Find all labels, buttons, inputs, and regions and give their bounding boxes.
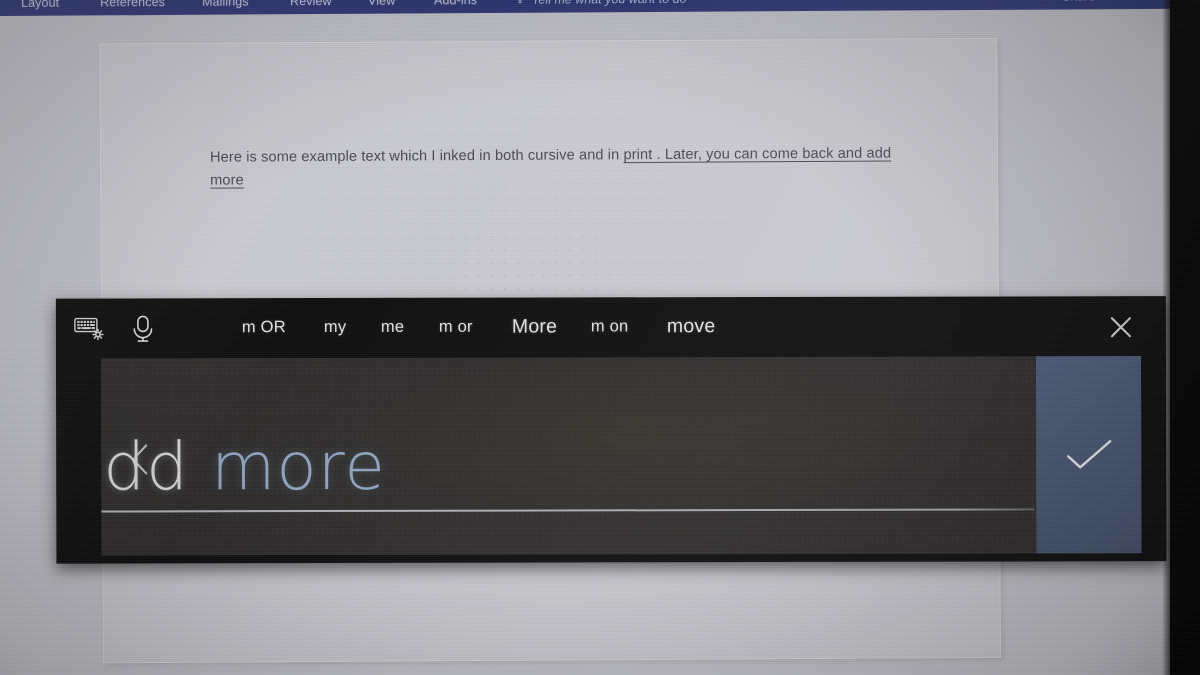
candidate-word-0[interactable]: m OR: [242, 318, 286, 337]
candidate-word-5[interactable]: m on: [591, 317, 629, 336]
ribbon-tab-mailings[interactable]: Mailings: [202, 0, 249, 9]
handwriting-canvas[interactable]: dd more: [100, 356, 1037, 556]
candidate-label-0: m OR: [241, 318, 286, 337]
ink-current-word: more: [210, 427, 387, 506]
share-button[interactable]: Share: [1062, 0, 1095, 3]
ink-panel-toolbar: m OR my me m or More m on move: [56, 296, 1166, 359]
ink-word-gap: [189, 428, 211, 505]
doc-text-plain: Here is some example text which I inked …: [209, 147, 624, 166]
lightbulb-icon: [514, 0, 526, 5]
chevron-left-icon[interactable]: [126, 441, 156, 477]
candidate-word-6[interactable]: move: [667, 315, 716, 338]
writing-baseline: [101, 508, 1035, 513]
candidate-word-2[interactable]: me: [381, 318, 404, 337]
document-body-text[interactable]: Here is some example text which I inked …: [210, 142, 900, 192]
ribbon-tab-layout[interactable]: Layout: [21, 0, 59, 10]
comment-icon[interactable]: [1127, 0, 1143, 2]
keyboard-settings-icon[interactable]: [72, 313, 106, 345]
handwriting-input-panel[interactable]: m OR my me m or More m on move dd more: [55, 296, 1167, 564]
ribbon-tab-add-ins[interactable]: Add-ins: [434, 0, 477, 7]
microphone-icon[interactable]: [126, 312, 160, 344]
candidate-label-1: my: [323, 317, 347, 337]
candidate-label-5: m on: [590, 317, 629, 336]
ribbon-tab-review[interactable]: Review: [290, 0, 332, 8]
accept-ink-button[interactable]: [1035, 356, 1142, 554]
candidate-word-3[interactable]: m or: [439, 318, 473, 337]
candidate-word-4[interactable]: More: [512, 315, 557, 338]
photographed-screen: Layout References Mailings Review View A…: [0, 0, 1200, 675]
tell-me-search-box[interactable]: Tell me what you want to do: [532, 0, 687, 7]
screen-bezel-right: [1170, 0, 1200, 675]
candidate-label-3: m or: [438, 317, 473, 336]
ribbon-tab-view[interactable]: View: [368, 0, 395, 8]
candidate-word-1[interactable]: my: [324, 318, 346, 337]
candidate-label-2: me: [380, 317, 405, 336]
close-icon[interactable]: [1104, 310, 1138, 344]
screen-surface: Layout References Mailings Review View A…: [0, 0, 1179, 675]
candidate-label-6: move: [666, 315, 716, 338]
candidate-label-4: More: [511, 315, 558, 338]
ribbon-tab-references[interactable]: References: [100, 0, 165, 9]
doc-text-underlined-print: print .: [623, 146, 661, 164]
share-person-icon: [1042, 0, 1058, 3]
check-icon: [1067, 440, 1112, 469]
